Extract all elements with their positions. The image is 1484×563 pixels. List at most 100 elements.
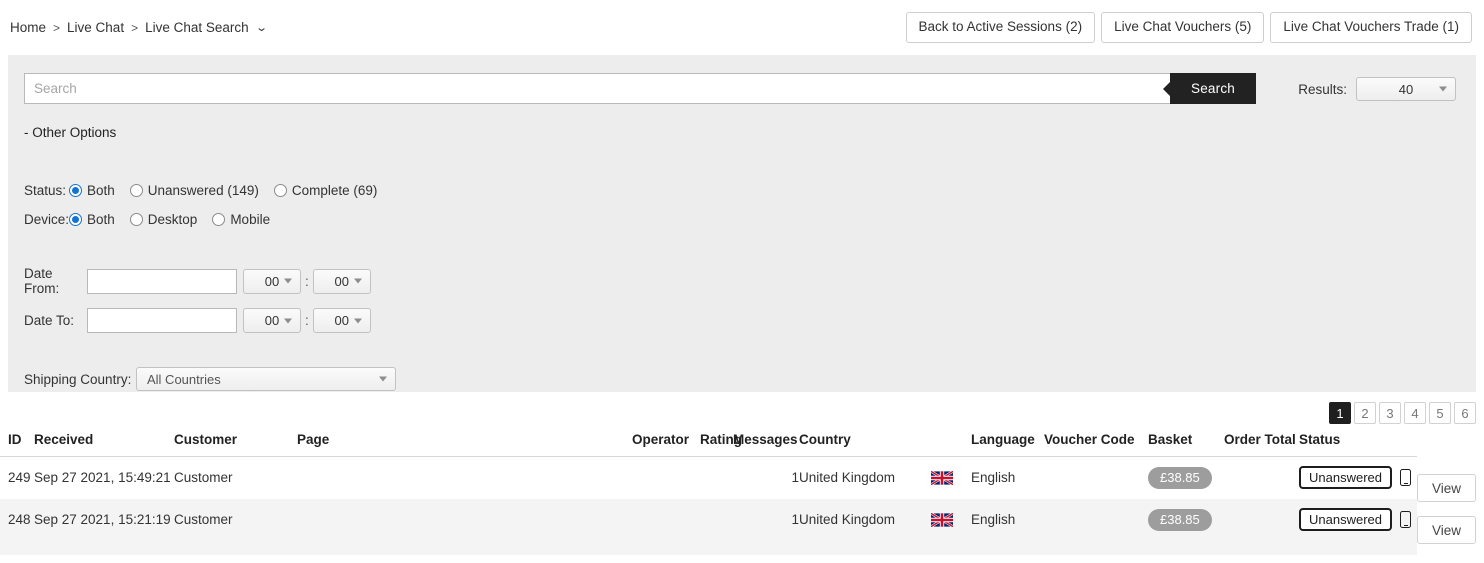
date-to-minute-select[interactable]: 00 xyxy=(312,308,371,333)
table-row[interactable]: 248 Sep 27 2021, 15:21:19 Customer 1 Uni… xyxy=(0,498,1417,541)
col-header-operator[interactable]: Operator xyxy=(632,430,700,457)
other-options-toggle[interactable]: - Other Options xyxy=(24,125,116,140)
chevron-down-icon xyxy=(284,318,292,323)
date-to-hour-value: 00 xyxy=(264,313,280,328)
shipping-country-select[interactable]: All Countries xyxy=(136,367,396,391)
date-to-hour-select[interactable]: 00 xyxy=(243,308,301,333)
date-to-row: Date To: 00 : 00 xyxy=(24,308,1460,333)
cell-basket: £38.85 xyxy=(1148,498,1224,541)
col-header-order-total[interactable]: Order Total xyxy=(1224,430,1299,457)
radio-icon[interactable] xyxy=(129,213,143,226)
radio-icon[interactable] xyxy=(69,184,82,197)
cell-country: United Kingdom xyxy=(799,498,931,541)
page-button-4[interactable]: 4 xyxy=(1404,402,1426,424)
device-radio-both[interactable]: Both xyxy=(69,212,115,227)
breadcrumb-separator: > xyxy=(131,20,139,35)
col-header-basket[interactable]: Basket xyxy=(1148,430,1224,457)
cell-id: 248 xyxy=(0,498,34,541)
cell-rating xyxy=(700,498,733,541)
live-chat-vouchers-button[interactable]: Live Chat Vouchers (5) xyxy=(1101,12,1265,43)
search-wrapper: Search xyxy=(24,73,1256,104)
date-from-hour-select[interactable]: 00 xyxy=(243,268,301,294)
status-cell-inner: Unanswered xyxy=(1299,508,1417,531)
cell-page xyxy=(297,498,632,541)
cell-operator xyxy=(632,498,700,541)
cell-operator xyxy=(632,457,700,499)
device-radio-desktop-label: Desktop xyxy=(147,212,198,227)
status-radio-unanswered[interactable]: Unanswered (149) xyxy=(129,183,259,198)
search-row: Search Results: 40 xyxy=(24,73,1460,104)
status-radio-group: Both Unanswered (149) Complete (69) xyxy=(69,183,392,198)
status-radio-unanswered-label: Unanswered (149) xyxy=(147,183,259,198)
cell-page xyxy=(297,457,632,499)
back-to-active-sessions-button[interactable]: Back to Active Sessions (2) xyxy=(905,12,1096,43)
date-from-label: Date From: xyxy=(24,266,60,296)
cell-status: Unanswered xyxy=(1299,457,1417,499)
cell-received: Sep 27 2021, 15:21:19 xyxy=(34,498,174,541)
results-table: ID Received Customer Page Operator Ratin… xyxy=(0,430,1417,555)
cell-customer: Customer xyxy=(174,498,297,541)
radio-icon[interactable] xyxy=(212,213,226,226)
uk-flag-icon xyxy=(931,471,953,486)
device-radio-group: Both Desktop Mobile xyxy=(69,212,285,227)
radio-icon[interactable] xyxy=(69,213,82,226)
col-header-received[interactable]: Received xyxy=(34,430,174,457)
view-action-row: View xyxy=(1417,474,1476,502)
pagination-wrapper: 1 2 3 4 5 6 xyxy=(0,392,1484,430)
col-header-rating[interactable]: Rating xyxy=(700,430,742,457)
device-label: Device: xyxy=(24,212,70,227)
col-header-id[interactable]: ID xyxy=(0,430,34,457)
page-button-2[interactable]: 2 xyxy=(1354,402,1376,424)
col-header-voucher-code[interactable]: Voucher Code xyxy=(1044,430,1148,457)
col-header-messages[interactable]: Messages xyxy=(733,430,799,457)
mobile-device-icon xyxy=(1400,469,1411,487)
device-radio-desktop[interactable]: Desktop xyxy=(129,212,198,227)
radio-icon[interactable] xyxy=(129,184,143,197)
date-from-hour-value: 00 xyxy=(264,273,280,289)
radio-icon[interactable] xyxy=(273,184,287,197)
table-header-row: ID Received Customer Page Operator Ratin… xyxy=(0,430,1417,457)
basket-amount-badge: £38.85 xyxy=(1148,466,1212,489)
date-from-minute-select[interactable]: 00 xyxy=(312,268,371,294)
breadcrumb-item-live-chat[interactable]: Live Chat xyxy=(67,20,124,35)
status-filter-row: Status: Both Unanswered (149) Complete (… xyxy=(24,183,1460,198)
col-header-status[interactable]: Status xyxy=(1299,430,1417,457)
cell-voucher-code xyxy=(1044,457,1148,499)
page-button-5[interactable]: 5 xyxy=(1429,402,1451,424)
breadcrumb-item-live-chat-search[interactable]: Live Chat Search xyxy=(145,20,249,35)
col-header-language[interactable]: Language xyxy=(971,430,1044,457)
chevron-down-icon xyxy=(284,278,292,284)
status-radio-complete[interactable]: Complete (69) xyxy=(273,183,377,198)
chevron-down-icon xyxy=(379,376,387,382)
search-input[interactable] xyxy=(24,73,1170,104)
date-from-input[interactable] xyxy=(87,268,237,294)
table-row[interactable]: 249 Sep 27 2021, 15:49:21 Customer 1 Uni… xyxy=(0,457,1417,499)
cell-flag xyxy=(931,498,971,541)
status-cell-inner: Unanswered xyxy=(1299,466,1417,490)
chevron-down-icon[interactable]: ⌄ xyxy=(255,21,268,34)
page-button-1[interactable]: 1 xyxy=(1329,402,1351,424)
table-row[interactable] xyxy=(0,540,1417,555)
shipping-country-value: All Countries xyxy=(147,371,221,387)
page-button-3[interactable]: 3 xyxy=(1379,402,1401,424)
cell-id: 249 xyxy=(8,470,31,486)
view-button[interactable]: View xyxy=(1417,474,1476,502)
date-from-minute-value: 00 xyxy=(334,273,349,289)
breadcrumb-item-home[interactable]: Home xyxy=(10,20,46,35)
live-chat-vouchers-trade-button[interactable]: Live Chat Vouchers Trade (1) xyxy=(1270,12,1472,43)
cell-messages: 1 xyxy=(733,498,799,541)
results-table-body: 249 Sep 27 2021, 15:49:21 Customer 1 Uni… xyxy=(0,457,1417,555)
date-to-input[interactable] xyxy=(87,308,237,333)
col-header-country[interactable]: Country xyxy=(799,430,931,457)
status-radio-both[interactable]: Both xyxy=(69,183,115,198)
device-radio-mobile[interactable]: Mobile xyxy=(212,212,270,227)
view-button[interactable]: View xyxy=(1417,516,1476,544)
col-header-page[interactable]: Page xyxy=(297,430,632,457)
results-per-page-select[interactable]: 40 xyxy=(1356,77,1456,101)
results-label: Results: xyxy=(1298,81,1347,97)
pagination: 1 2 3 4 5 6 xyxy=(1329,402,1476,424)
page-button-6[interactable]: 6 xyxy=(1454,402,1476,424)
col-header-customer[interactable]: Customer xyxy=(174,430,297,457)
search-button[interactable]: Search xyxy=(1170,73,1256,104)
cell-customer: Customer xyxy=(174,470,233,486)
